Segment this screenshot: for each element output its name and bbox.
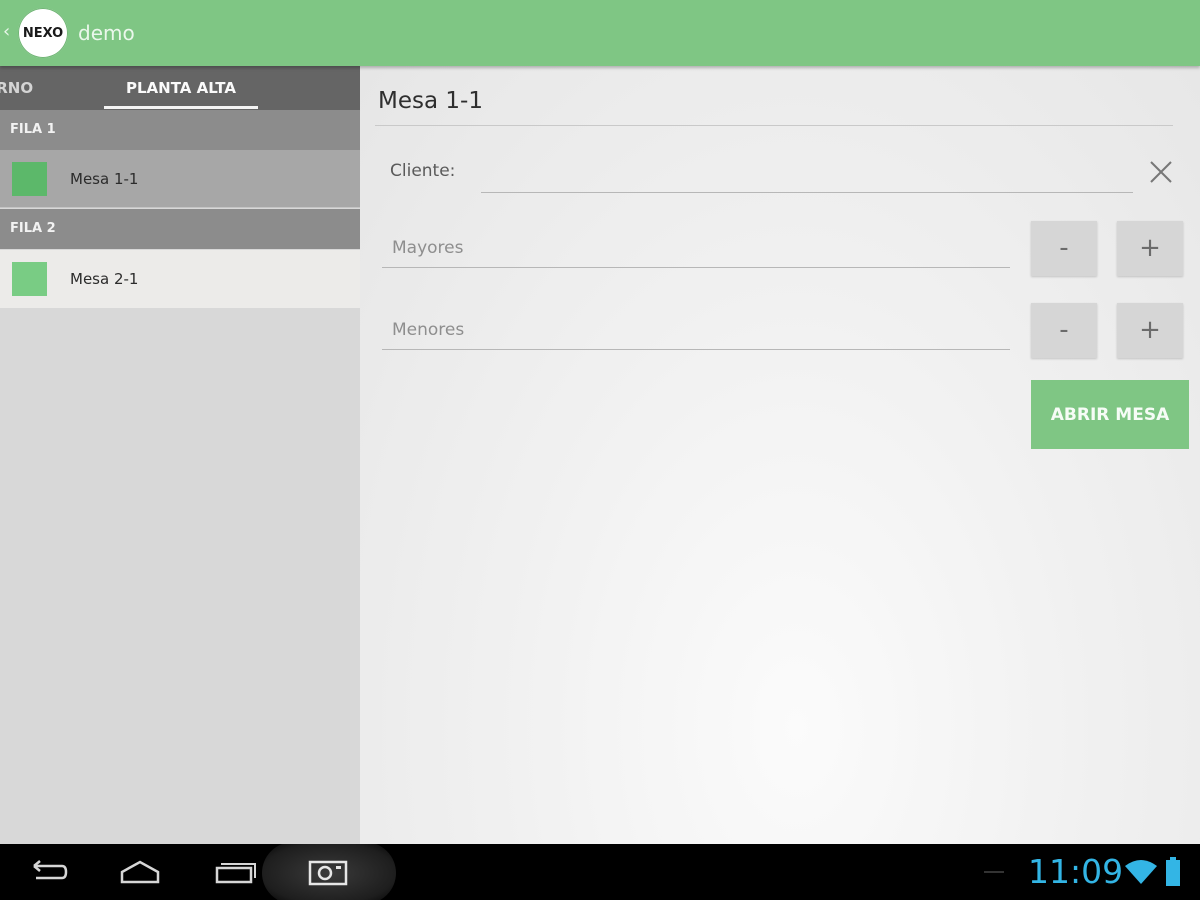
table-status-swatch [12, 262, 47, 296]
table-label: Mesa 1-1 [70, 170, 139, 188]
table-label: Mesa 2-1 [70, 270, 139, 288]
close-icon [1150, 161, 1172, 183]
back-icon[interactable] [26, 858, 70, 886]
home-icon[interactable] [118, 858, 162, 886]
screenshot-icon[interactable] [306, 858, 350, 886]
mayores-input[interactable] [382, 228, 1010, 268]
mayores-increment-button[interactable]: + [1117, 221, 1183, 276]
action-bar: ‹ NEXO demo [0, 0, 1200, 66]
wifi-icon[interactable] [1124, 858, 1158, 886]
status-clock: 11:09 [1028, 852, 1124, 891]
cliente-label: Cliente: [390, 161, 456, 181]
table-status-swatch [12, 162, 47, 196]
tables-list-pane: ERNO PLANTA ALTA FILA 1 Mesa 1-1 FILA 2 … [0, 66, 360, 844]
menores-increment-button[interactable]: + [1117, 303, 1183, 358]
title-divider [375, 125, 1173, 126]
list-item-mesa-1-1[interactable]: Mesa 1-1 [0, 150, 360, 208]
system-navigation-bar: 11:09 [0, 844, 1200, 900]
up-chevron-icon[interactable]: ‹ [3, 22, 10, 42]
detail-title: Mesa 1-1 [378, 88, 483, 114]
recent-apps-icon[interactable] [213, 858, 257, 886]
tab-selected-indicator [104, 106, 258, 109]
table-detail-pane: Mesa 1-1 Cliente: - + - + ABRIR MESA [360, 66, 1200, 844]
section-header-fila-2: FILA 2 [0, 209, 360, 249]
tab-planta-alta[interactable]: PLANTA ALTA [104, 66, 258, 110]
floor-tabs: ERNO PLANTA ALTA [0, 66, 360, 110]
menores-decrement-button[interactable]: - [1031, 303, 1097, 358]
app-title: demo [78, 21, 135, 45]
list-item-mesa-2-1[interactable]: Mesa 2-1 [0, 250, 360, 308]
logo-text: NEXO [22, 25, 64, 41]
tab-interno[interactable]: ERNO [0, 66, 33, 110]
menores-input[interactable] [382, 310, 1010, 350]
section-header-fila-1: FILA 1 [0, 110, 360, 150]
status-indicator [984, 871, 1004, 873]
cliente-input[interactable] [481, 156, 1133, 193]
abrir-mesa-button[interactable]: ABRIR MESA [1031, 380, 1189, 449]
mayores-decrement-button[interactable]: - [1031, 221, 1097, 276]
battery-icon[interactable] [1164, 856, 1182, 888]
clear-cliente-button[interactable] [1146, 157, 1176, 187]
app-logo[interactable]: NEXO [18, 8, 68, 58]
